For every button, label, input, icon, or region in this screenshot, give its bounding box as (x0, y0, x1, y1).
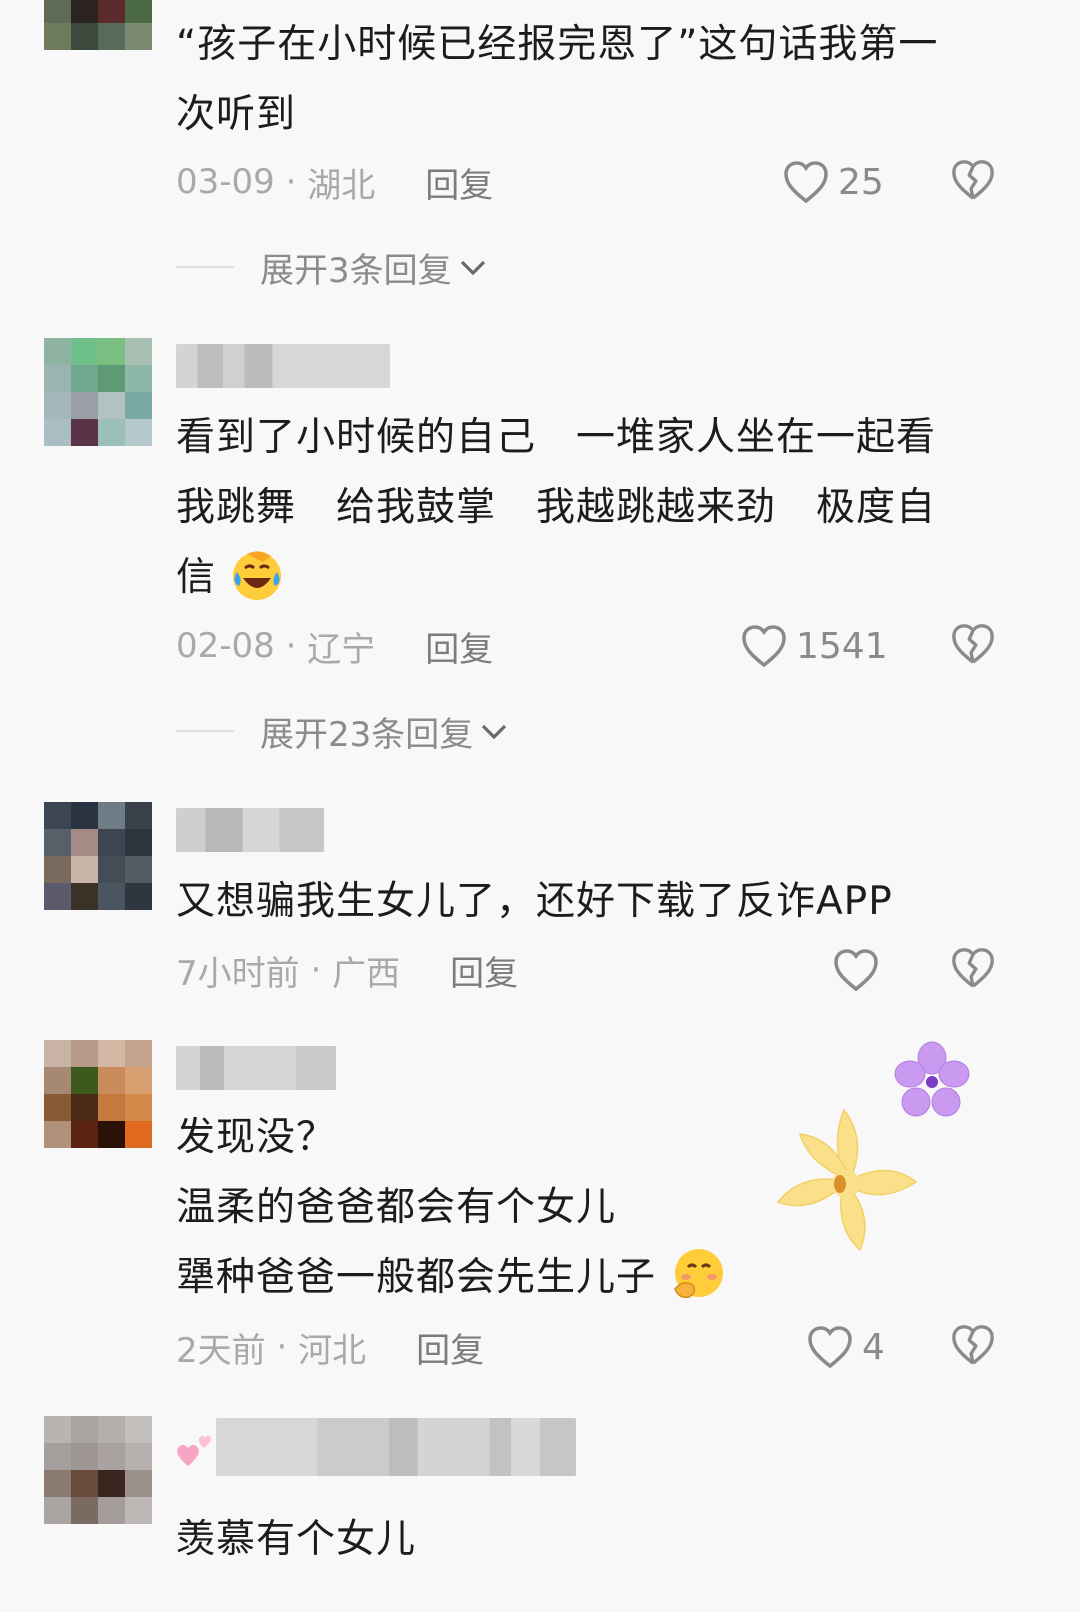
like-count: 4 (862, 1326, 885, 1368)
meta-separator: · (265, 1327, 299, 1367)
divider (176, 266, 234, 268)
comment-line: 次听到 (176, 92, 297, 137)
comment-date: 03-09 (176, 162, 275, 202)
chevron-down-icon (482, 724, 507, 740)
avatar[interactable] (44, 1416, 152, 1524)
avatar[interactable] (44, 0, 152, 50)
like-button[interactable]: 1541 (740, 621, 888, 671)
comment-location: 辽宁 (307, 629, 376, 670)
reply-button[interactable]: 回复 (416, 1323, 484, 1372)
meta-separator: · (299, 950, 333, 990)
like-button[interactable]: 4 (806, 1322, 885, 1372)
like-count: 1541 (796, 625, 888, 667)
username-blurred[interactable] (176, 808, 324, 852)
reply-button[interactable]: 回复 (425, 622, 493, 671)
comment-line: 又想骗我生女儿了，还好下载了反诈APP (176, 879, 893, 924)
broken-heart-icon[interactable] (950, 157, 996, 203)
laughing-crying-emoji (233, 550, 282, 600)
expand-replies-button[interactable]: 展开23条回复 (176, 706, 509, 756)
comment-location: 湖北 (307, 165, 376, 206)
expand-replies-label: 展开23条回复 (260, 714, 474, 755)
comment-date: 02-08 (176, 626, 275, 666)
avatar[interactable] (44, 1040, 152, 1148)
comment-location: 广西 (332, 953, 401, 994)
divider (176, 730, 234, 732)
avatar[interactable] (44, 802, 152, 910)
comment-line: 犟种爸爸一般都会先生儿子 (176, 1255, 657, 1300)
meta-separator: · (274, 162, 308, 202)
heart-icon (742, 625, 786, 668)
expand-replies-button[interactable]: 展开3条回复 (176, 242, 488, 292)
heart-icon (834, 949, 878, 992)
chevron-down-icon (460, 260, 485, 276)
meta-separator: · (274, 626, 308, 666)
comment-line: “孩子在小时候已经报完恩了”这句话我第一 (176, 22, 939, 67)
comment-location: 河北 (298, 1330, 367, 1371)
comment-line: 信 (176, 555, 217, 600)
heart-icon (808, 1326, 852, 1369)
comment-meta: 2天前 · 河北 回复 (176, 1322, 484, 1372)
heart-icon (784, 161, 828, 204)
like-button[interactable] (832, 945, 888, 995)
pink-heart-badge-icon (177, 1435, 211, 1466)
comment-text: 羡慕有个女儿 (176, 1505, 1026, 1575)
reply-button[interactable]: 回复 (425, 158, 493, 207)
comment-date: 7小时前 (176, 953, 300, 994)
comment-text: 又想骗我生女儿了，还好下载了反诈APP (176, 867, 1026, 937)
broken-heart-icon[interactable] (950, 945, 996, 991)
comment-meta: 02-08 · 辽宁 回复 (176, 621, 493, 671)
broken-heart-icon[interactable] (950, 621, 996, 667)
comment-text: “孩子在小时候已经报完恩了”这句话我第一 次听到 (176, 10, 1026, 150)
comment-meta: 03-09 · 湖北 回复 (176, 157, 493, 207)
comment-date: 2天前 (176, 1330, 266, 1371)
broken-heart-icon[interactable] (950, 1322, 996, 1368)
reply-button[interactable]: 回复 (450, 946, 518, 995)
username-blurred[interactable] (176, 1046, 336, 1090)
like-count: 25 (838, 161, 884, 203)
avatar[interactable] (44, 338, 152, 446)
comment-line-with-emoji: 信 (176, 543, 1026, 613)
shy-smile-emoji (674, 1248, 724, 1298)
comment-line: 羡慕有个女儿 (176, 1517, 417, 1562)
expand-replies-label: 展开3条回复 (260, 250, 452, 291)
username-blurred[interactable] (176, 344, 390, 388)
yellow-flower-sticker (776, 1108, 918, 1252)
like-button[interactable]: 25 (782, 157, 884, 207)
comment-line: 我跳舞 给我鼓掌 我越跳越来劲 极度自 (176, 485, 937, 530)
comment-meta: 7小时前 · 广西 回复 (176, 945, 518, 995)
comment-line: 看到了小时候的自己 一堆家人坐在一起看 (176, 415, 937, 460)
comment-text: 看到了小时候的自己 一堆家人坐在一起看 我跳舞 给我鼓掌 我越跳越来劲 极度自 … (176, 403, 1026, 613)
username-blurred[interactable] (216, 1418, 576, 1476)
